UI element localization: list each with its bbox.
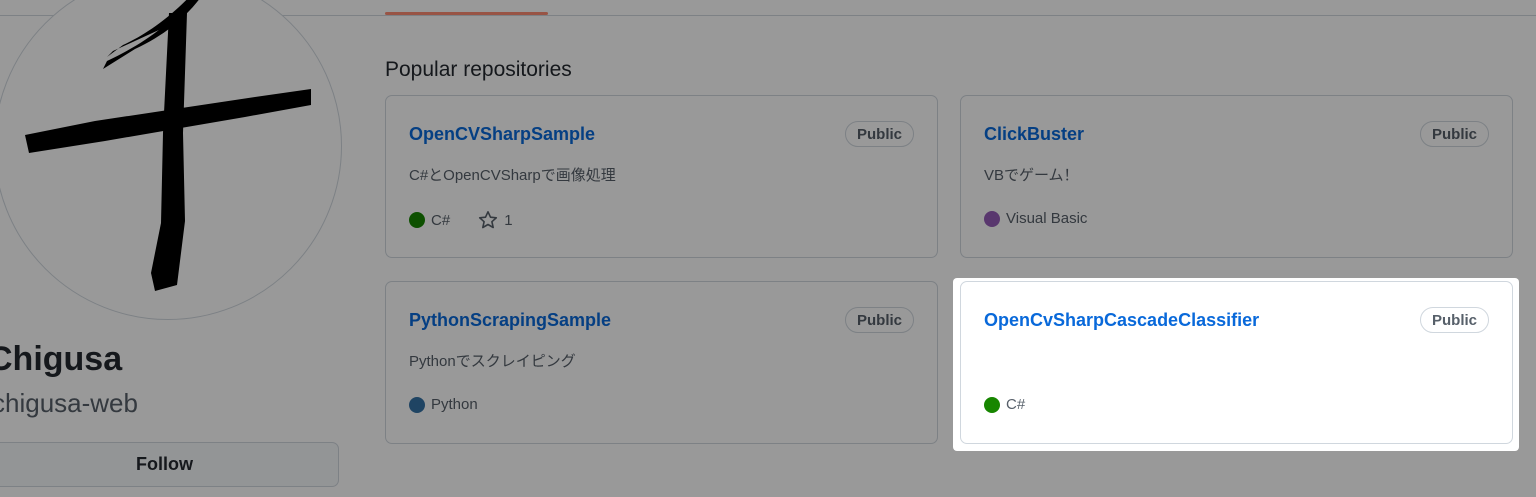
stargazers-link[interactable]: 1 — [478, 210, 513, 230]
repo-name-link[interactable]: PythonScrapingSample — [409, 310, 611, 331]
repo-language: C# — [431, 211, 451, 229]
repo-card: ClickBuster Public VBでゲーム！ Visual Basic — [960, 95, 1513, 258]
active-tab-underline — [385, 12, 548, 15]
repo-description: VBでゲーム！ — [984, 167, 1079, 184]
repo-meta: C# — [984, 396, 1025, 413]
section-title: Popular repositories — [385, 58, 572, 81]
visibility-badge: Public — [844, 121, 914, 147]
repo-language: Python — [431, 396, 478, 413]
follow-button[interactable]: Follow — [0, 442, 339, 487]
repo-meta: C# 1 — [409, 210, 513, 230]
avatar-stroke-hook — [103, 0, 199, 69]
visibility-badge: Public — [1419, 121, 1489, 147]
repo-card: OpenCVSharpSample Public C#とOpenCVSharpで… — [385, 95, 938, 258]
star-count: 1 — [504, 211, 513, 229]
repo-card-highlighted: OpenCvSharpCascadeClassifier Public C# — [960, 281, 1513, 444]
language-color-dot — [984, 396, 1000, 413]
repo-language: Visual Basic — [1006, 210, 1088, 227]
profile-page: Chigusa chigusa-web Follow Popular repos… — [0, 0, 1536, 497]
repo-description: C#とOpenCVSharpで画像処理 — [409, 167, 616, 184]
avatar-stroke-vertical — [151, 13, 187, 291]
repo-description: Pythonでスクレイピング — [409, 353, 576, 370]
repo-name-link[interactable]: ClickBuster — [984, 124, 1084, 145]
language-color-dot — [409, 212, 425, 228]
repo-card: PythonScrapingSample Public Pythonでスクレイピ… — [385, 281, 938, 444]
star-icon — [479, 211, 498, 229]
repo-name-link[interactable]: OpenCVSharpSample — [409, 124, 595, 145]
highlight-spotlight: OpenCvSharpCascadeClassifier Public C# — [953, 278, 1519, 451]
avatar[interactable] — [0, 0, 342, 320]
language-color-dot — [409, 396, 425, 413]
profile-name: Chigusa — [0, 340, 123, 378]
profile-login: chigusa-web — [0, 388, 138, 418]
avatar-image — [25, 0, 311, 291]
repo-meta: Python — [409, 396, 478, 413]
repo-name-link[interactable]: OpenCvSharpCascadeClassifier — [984, 310, 1259, 331]
repo-meta: Visual Basic — [984, 210, 1087, 227]
visibility-badge: Public — [1419, 307, 1489, 333]
visibility-badge: Public — [844, 307, 914, 333]
language-color-dot — [984, 210, 1000, 227]
repo-language: C# — [1006, 396, 1026, 413]
